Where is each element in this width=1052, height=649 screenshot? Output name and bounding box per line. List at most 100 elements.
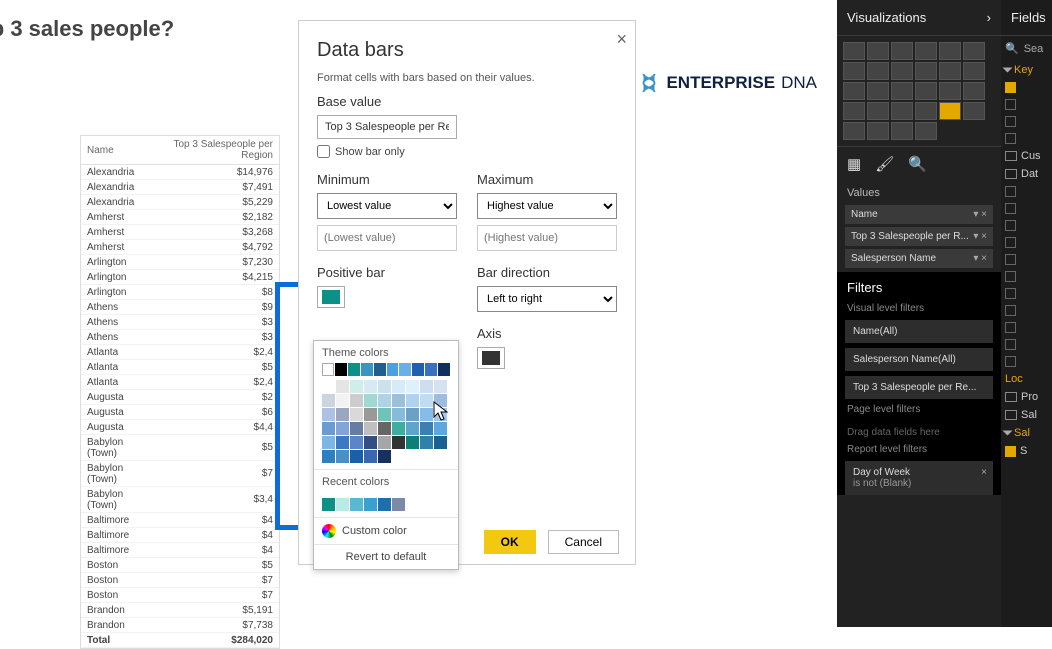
color-swatch[interactable]: [412, 363, 424, 376]
fields-tab-icon[interactable]: ▦: [847, 155, 861, 173]
viz-type-icon[interactable]: [963, 82, 985, 100]
color-swatch[interactable]: [420, 394, 433, 407]
color-swatch[interactable]: [336, 380, 349, 393]
col-header-value[interactable]: Top 3 Salespeople per Region: [156, 136, 279, 165]
viz-type-icon[interactable]: [867, 122, 889, 140]
table-row[interactable]: Arlington$4,215: [81, 270, 279, 285]
field-item[interactable]: S: [1001, 442, 1052, 460]
data-table-visual[interactable]: Name Top 3 Salespeople per Region Alexan…: [80, 135, 280, 649]
color-swatch[interactable]: [378, 408, 391, 421]
viz-type-icon[interactable]: [915, 102, 937, 120]
color-swatch[interactable]: [361, 363, 373, 376]
color-swatch[interactable]: [322, 436, 335, 449]
color-swatch[interactable]: [336, 408, 349, 421]
color-swatch[interactable]: [387, 363, 399, 376]
close-icon[interactable]: ×: [616, 29, 627, 50]
viz-type-icon[interactable]: [915, 82, 937, 100]
field-item[interactable]: [1001, 319, 1052, 336]
table-row[interactable]: Athens$3: [81, 330, 279, 345]
color-swatch[interactable]: [406, 380, 419, 393]
color-swatch[interactable]: [378, 498, 391, 511]
viz-type-icon[interactable]: [843, 102, 865, 120]
viz-type-icon[interactable]: [843, 82, 865, 100]
color-swatch[interactable]: [378, 394, 391, 407]
checkbox-icon[interactable]: [1005, 254, 1016, 265]
color-swatch[interactable]: [438, 363, 450, 376]
field-item[interactable]: [1001, 251, 1052, 268]
table-row[interactable]: Augusta$2: [81, 390, 279, 405]
color-swatch[interactable]: [336, 394, 349, 407]
field-item[interactable]: Key: [1001, 61, 1052, 79]
positive-bar-color-button[interactable]: [317, 286, 345, 308]
show-bar-only-checkbox[interactable]: [317, 145, 330, 158]
table-row[interactable]: Amherst$3,268: [81, 225, 279, 240]
color-swatch[interactable]: [335, 363, 347, 376]
color-swatch[interactable]: [364, 450, 377, 463]
color-swatch[interactable]: [378, 436, 391, 449]
table-row[interactable]: Alexandria$7,491: [81, 180, 279, 195]
color-swatch[interactable]: [322, 408, 335, 421]
color-swatch[interactable]: [350, 408, 363, 421]
minimum-select[interactable]: Lowest value: [317, 193, 457, 219]
table-row[interactable]: Brandon$7,738: [81, 618, 279, 633]
color-swatch[interactable]: [392, 498, 405, 511]
checkbox-icon[interactable]: [1005, 288, 1016, 299]
color-swatch[interactable]: [399, 363, 411, 376]
checkbox-icon[interactable]: [1005, 99, 1016, 110]
checkbox-icon[interactable]: [1005, 305, 1016, 316]
viz-type-icon[interactable]: [891, 122, 913, 140]
table-row[interactable]: Babylon (Town)$3,4: [81, 487, 279, 513]
table-row[interactable]: Augusta$6: [81, 405, 279, 420]
checkbox-icon[interactable]: [1005, 339, 1016, 350]
viz-type-icon[interactable]: [915, 62, 937, 80]
table-row[interactable]: Augusta$4,4: [81, 420, 279, 435]
table-row[interactable]: Alexandria$5,229: [81, 195, 279, 210]
field-item[interactable]: [1001, 130, 1052, 147]
checkbox-icon[interactable]: [1005, 220, 1016, 231]
table-row[interactable]: Alexandria$14,976: [81, 165, 279, 180]
field-item[interactable]: [1001, 200, 1052, 217]
table-row[interactable]: Babylon (Town)$5: [81, 435, 279, 461]
field-item[interactable]: Sal: [1001, 406, 1052, 424]
color-swatch[interactable]: [350, 498, 363, 511]
checkbox-icon[interactable]: [1005, 271, 1016, 282]
color-swatch[interactable]: [350, 422, 363, 435]
table-row[interactable]: Baltimore$4: [81, 528, 279, 543]
checkbox-icon[interactable]: [1005, 322, 1016, 333]
color-swatch[interactable]: [322, 422, 335, 435]
viz-type-icon[interactable]: [843, 62, 865, 80]
checkbox-icon[interactable]: [1005, 133, 1016, 144]
color-swatch[interactable]: [350, 436, 363, 449]
base-value-field[interactable]: [317, 115, 457, 139]
bar-direction-select[interactable]: Left to right: [477, 286, 617, 312]
color-swatch[interactable]: [434, 380, 447, 393]
checkbox-icon[interactable]: [1005, 356, 1016, 367]
maximum-select[interactable]: Highest value: [477, 193, 617, 219]
viz-type-icon[interactable]: [963, 102, 985, 120]
ok-button[interactable]: OK: [484, 530, 536, 554]
filter-salesperson[interactable]: Salesperson Name(All): [845, 348, 993, 371]
table-row[interactable]: Atlanta$2,4: [81, 345, 279, 360]
table-row[interactable]: Arlington$7,230: [81, 255, 279, 270]
color-swatch[interactable]: [322, 380, 335, 393]
color-swatch[interactable]: [434, 394, 447, 407]
color-swatch[interactable]: [364, 380, 377, 393]
field-item[interactable]: Loc: [1001, 370, 1052, 388]
checkbox-icon[interactable]: [1005, 237, 1016, 248]
drag-placeholder[interactable]: Drag data fields here: [837, 421, 1001, 444]
viz-type-icon[interactable]: [891, 62, 913, 80]
table-row[interactable]: Amherst$4,792: [81, 240, 279, 255]
visualizations-header[interactable]: Visualizations ›: [837, 0, 1001, 36]
field-item[interactable]: Cus: [1001, 147, 1052, 165]
checkbox-icon[interactable]: [1005, 203, 1016, 214]
table-row[interactable]: Athens$3: [81, 315, 279, 330]
color-swatch[interactable]: [392, 408, 405, 421]
custom-color-item[interactable]: Custom color: [314, 517, 458, 544]
color-swatch[interactable]: [378, 380, 391, 393]
field-item[interactable]: [1001, 217, 1052, 234]
table-row[interactable]: Arlington$8: [81, 285, 279, 300]
field-item[interactable]: [1001, 79, 1052, 96]
color-swatch[interactable]: [392, 380, 405, 393]
viz-type-icon[interactable]: [891, 102, 913, 120]
table-row[interactable]: Boston$5: [81, 558, 279, 573]
